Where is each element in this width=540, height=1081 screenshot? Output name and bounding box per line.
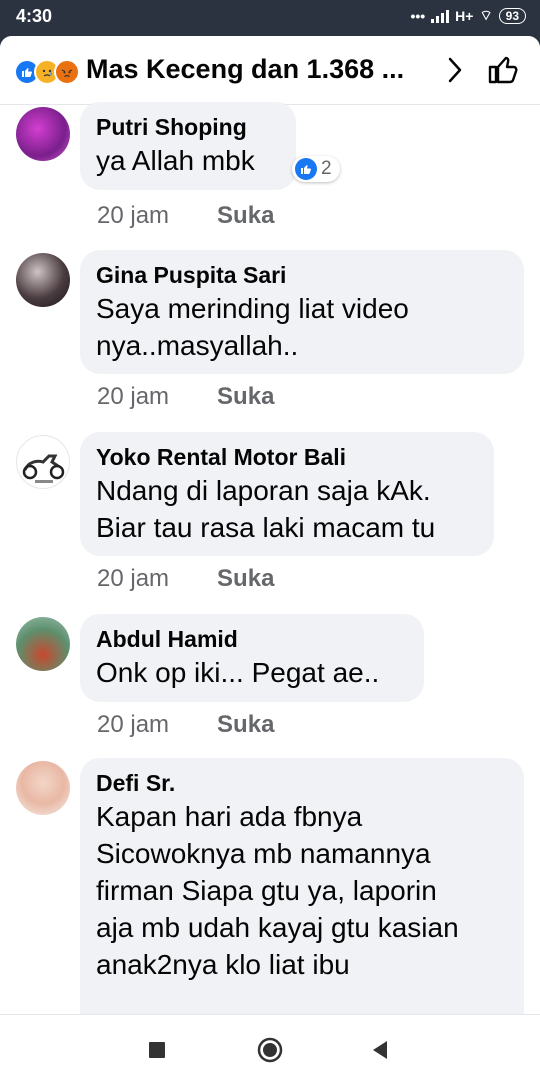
comment-text: Biar tau rasa laki macam tu bbox=[96, 512, 436, 543]
like-link[interactable]: Suka bbox=[217, 711, 274, 739]
comment-text: Saya merinding liat video bbox=[96, 293, 409, 324]
avatar[interactable] bbox=[16, 435, 70, 489]
chevron-right-icon[interactable] bbox=[440, 54, 470, 86]
comment-meta: 20 jam Suka bbox=[97, 711, 274, 739]
back-triangle-icon bbox=[373, 1041, 387, 1059]
comment-meta: 20 jam Suka bbox=[97, 383, 274, 411]
comment-time: 20 jam bbox=[97, 565, 170, 592]
commenter-name[interactable]: Yoko Rental Motor Bali bbox=[96, 442, 478, 472]
home-button[interactable] bbox=[255, 1035, 285, 1065]
comment-meta: 20 jam Suka bbox=[97, 565, 274, 593]
comments-sheet: Mas Keceng dan 1.368 ... Putri Shoping y… bbox=[0, 36, 540, 1014]
system-nav-bar bbox=[0, 1014, 540, 1081]
commenter-name[interactable]: Defi Sr. bbox=[96, 768, 508, 798]
reaction-count: 2 bbox=[321, 158, 332, 179]
comment-text: anak2nya klo liat ibu bbox=[96, 949, 350, 980]
avatar[interactable] bbox=[16, 617, 70, 671]
battery-icon: 93 bbox=[498, 8, 526, 24]
reactions-header: Mas Keceng dan 1.368 ... bbox=[0, 36, 540, 105]
recents-button[interactable] bbox=[142, 1035, 172, 1065]
comment-text: Sicowoknya mb namannya bbox=[96, 838, 431, 869]
like-button-icon[interactable] bbox=[486, 52, 522, 88]
comment-bubble[interactable]: Putri Shoping ya Allah mbk bbox=[80, 102, 296, 190]
angry-icon bbox=[54, 59, 80, 85]
comment-text: Onk op iki... Pegat ae.. bbox=[96, 657, 380, 688]
commenter-name[interactable]: Putri Shoping bbox=[96, 112, 280, 142]
like-icon bbox=[295, 158, 317, 180]
status-time: 4:30 bbox=[16, 6, 53, 26]
back-button[interactable] bbox=[365, 1035, 395, 1065]
commenter-name[interactable]: Abdul Hamid bbox=[96, 624, 408, 654]
like-link[interactable]: Suka bbox=[217, 565, 274, 593]
dots-icon: ••• bbox=[410, 8, 426, 24]
reaction-summary[interactable] bbox=[14, 59, 80, 85]
header-title[interactable]: Mas Keceng dan 1.368 ... bbox=[86, 54, 404, 85]
wifi-icon: ⌔ bbox=[479, 7, 493, 23]
comment-bubble[interactable]: Defi Sr. Kapan hari ada fbnya Sicowoknya… bbox=[80, 758, 524, 1014]
network-type: H+ bbox=[455, 8, 474, 24]
status-indicators: ••• H+ ⌔ 93 bbox=[410, 7, 526, 25]
comment-text: nya..masyallah.. bbox=[96, 330, 299, 361]
comment-text: aja mb udah kayaj gtu kasian bbox=[96, 912, 459, 943]
avatar[interactable] bbox=[16, 761, 70, 815]
comment-time: 20 jam bbox=[97, 711, 170, 738]
comment-text: firman Siapa gtu ya, laporin bbox=[96, 875, 437, 906]
comment-time: 20 jam bbox=[97, 383, 170, 410]
reaction-count-badge[interactable]: 2 bbox=[292, 156, 340, 182]
avatar[interactable] bbox=[16, 253, 70, 307]
avatar[interactable] bbox=[16, 107, 70, 161]
comment-text: Kapan hari ada fbnya bbox=[96, 801, 363, 832]
comment-text: Ndang di laporan saja kAk. bbox=[96, 475, 431, 506]
comment-text: ya Allah mbk bbox=[96, 145, 255, 176]
motorbike-icon bbox=[22, 454, 65, 483]
status-bar: 4:30 ••• H+ ⌔ 93 bbox=[0, 0, 540, 36]
commenter-name[interactable]: Gina Puspita Sari bbox=[96, 260, 508, 290]
comment-bubble[interactable]: Yoko Rental Motor Bali Ndang di laporan … bbox=[80, 432, 494, 556]
square-icon bbox=[149, 1042, 165, 1058]
signal-icon bbox=[431, 9, 450, 23]
comment-bubble[interactable]: Gina Puspita Sari Saya merinding liat vi… bbox=[80, 250, 524, 374]
comment-meta: 20 jam Suka bbox=[97, 202, 274, 230]
comment-bubble[interactable]: Abdul Hamid Onk op iki... Pegat ae.. bbox=[80, 614, 424, 702]
like-link[interactable]: Suka bbox=[217, 202, 274, 230]
comment-time: 20 jam bbox=[97, 202, 170, 229]
home-circle-icon bbox=[257, 1037, 283, 1063]
like-link[interactable]: Suka bbox=[217, 383, 274, 411]
